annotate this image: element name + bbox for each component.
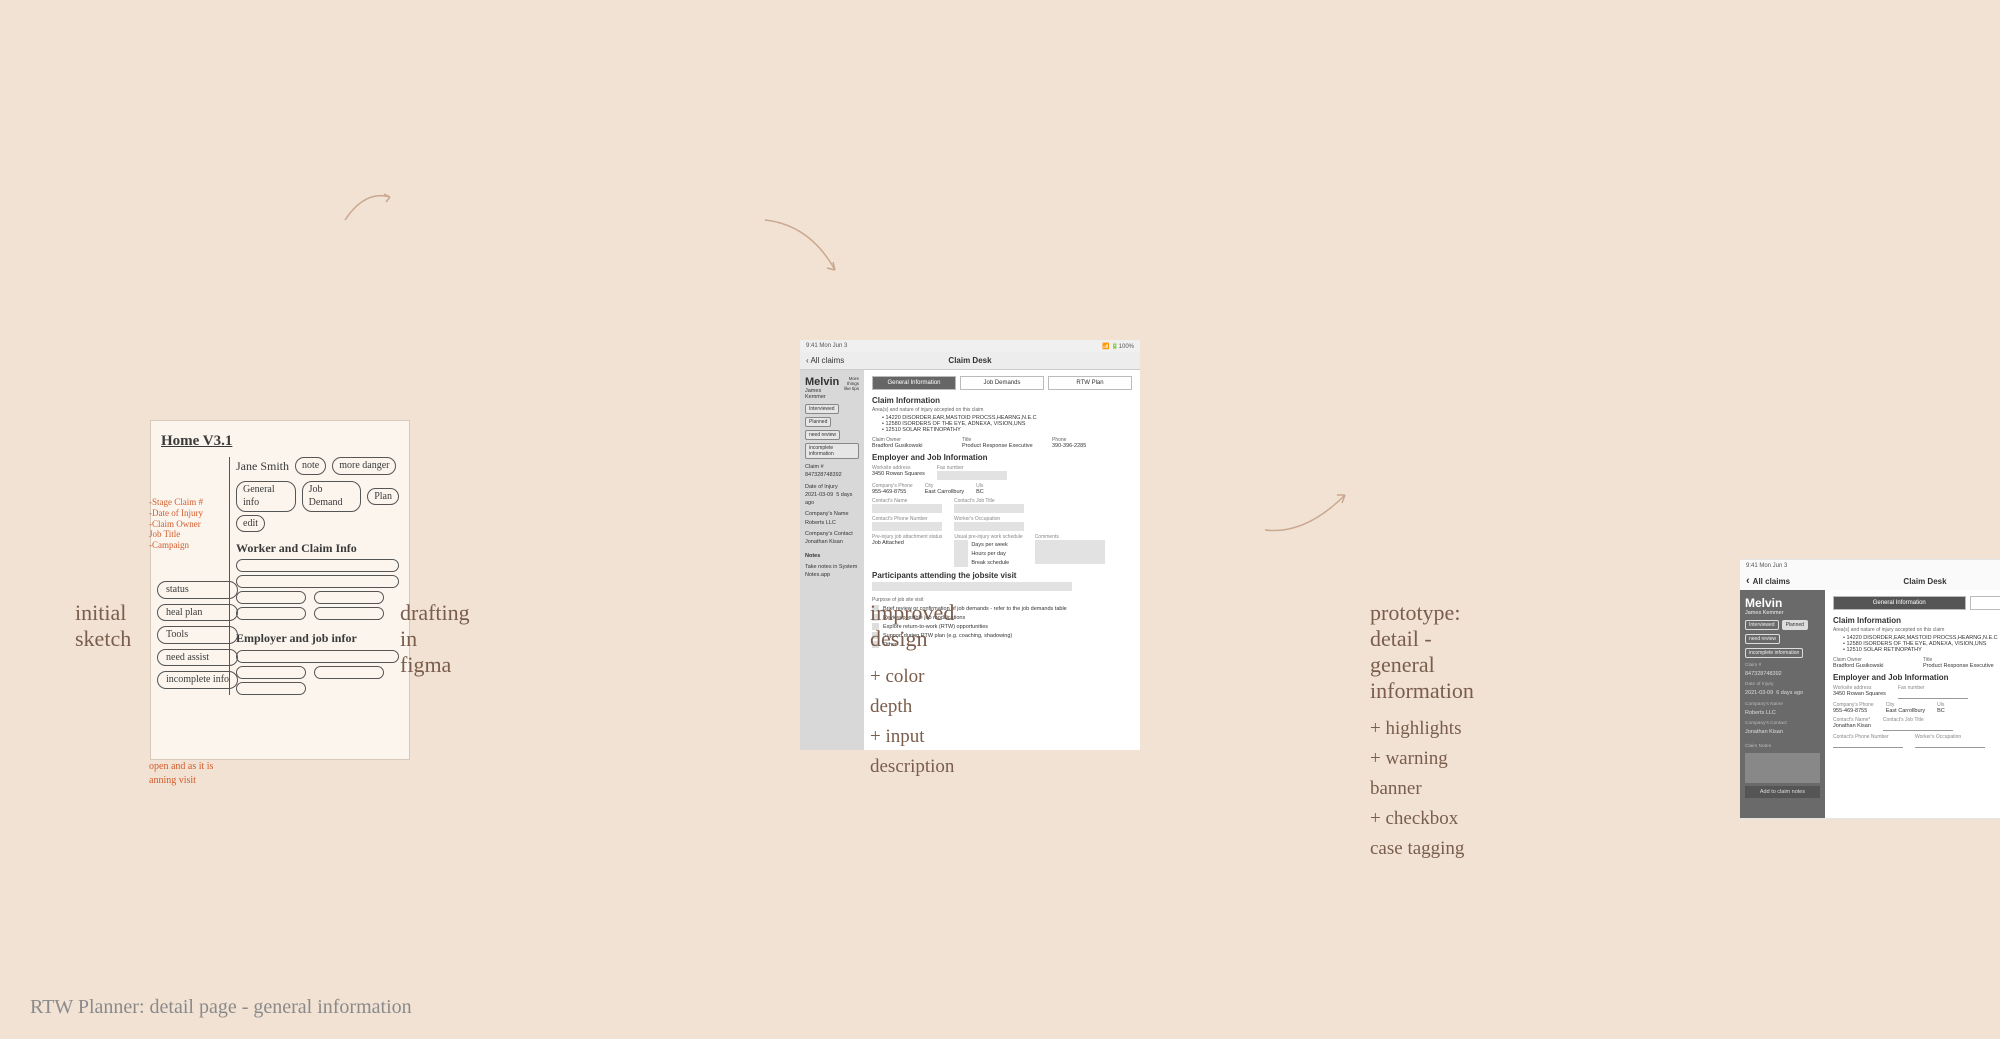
status-chip[interactable]: Planned [805,417,831,427]
arrow-icon [1260,480,1360,540]
tab-general[interactable]: General Information [1833,596,1966,610]
navbar: All claims Claim Desk [1740,572,2000,590]
stage1-caption: initial sketch [75,600,131,652]
tab-job-demands[interactable]: Job Demands [960,376,1044,390]
improved-design-frame: 9:41 Mon Jun 3📶 🔋100% All claims Claim D… [1740,560,2000,818]
claimant-first-name: Melvin [805,376,839,388]
sketch-pill-note: note [295,457,326,475]
sketch-pill-more: more danger [332,457,396,475]
tab-job-demands[interactable]: Job Demands [1970,596,2000,610]
section-claim-info: Claim Information [872,396,1132,405]
stage4-caption: prototype: detail - general information [1370,600,1474,704]
back-link[interactable]: All claims [1746,575,1790,587]
status-chip[interactable]: incomplete information [805,443,859,459]
nav-title: Claim Desk [948,356,991,365]
section-employer-info: Employer and Job Information [872,453,1132,462]
contact-name-input[interactable] [872,504,942,513]
page-footer-caption: RTW Planner: detail page - general infor… [30,996,412,1019]
tabs: General Information Job Demands RTW Plan [872,376,1132,390]
status-bar: 9:41 Mon Jun 3📶 🔋100% [800,340,1140,352]
claim-notes-area[interactable] [1745,753,1820,783]
sketch-user: Jane Smith [236,458,289,474]
status-chip[interactable]: Interviewed [805,404,839,414]
arrow-icon [340,185,400,225]
figma-draft-frame: 9:41 Mon Jun 3📶 🔋100% ‹ All claims Claim… [800,340,1140,750]
sidebar: Melvin James Kemmer Interviewed Planned … [1740,590,1825,818]
sketch-paper: Home V3.1 -Stage Claim # -Date of Injury… [150,420,410,760]
sketch-bottom-note: open and as it is anning visit [149,760,213,787]
sidebar: Melvin James Kemmer More things like tip… [800,370,864,750]
arrow-icon [760,215,850,285]
injury-areas-list: 14220 DISORDER,EAR,MASTOID PROCSS,HEARNG… [882,415,1132,433]
sketch-title: Home V3.1 [161,431,399,451]
status-bar: 9:41 Mon Jun 3📶 🔋100% [1740,560,2000,572]
stage2-caption: drafting in figma [400,600,470,678]
stage3-caption: improved design [870,600,954,652]
nav-title: Claim Desk [1903,577,1946,586]
tab-rtw-plan[interactable]: RTW Plan [1048,376,1132,390]
navbar: ‹ All claims Claim Desk [800,352,1140,370]
back-link[interactable]: ‹ All claims [806,356,844,365]
tab-general[interactable]: General Information [872,376,956,390]
status-chip[interactable]: need review [805,430,840,440]
sketch-left-annotations: -Stage Claim # -Date of Injury -Claim Ow… [149,497,215,551]
add-note-button[interactable]: Add to claim notes [1745,786,1820,799]
participants-input[interactable] [872,582,1072,591]
fax-input[interactable] [937,471,1007,480]
signal-battery-icon: 📶 🔋100% [1102,343,1134,350]
